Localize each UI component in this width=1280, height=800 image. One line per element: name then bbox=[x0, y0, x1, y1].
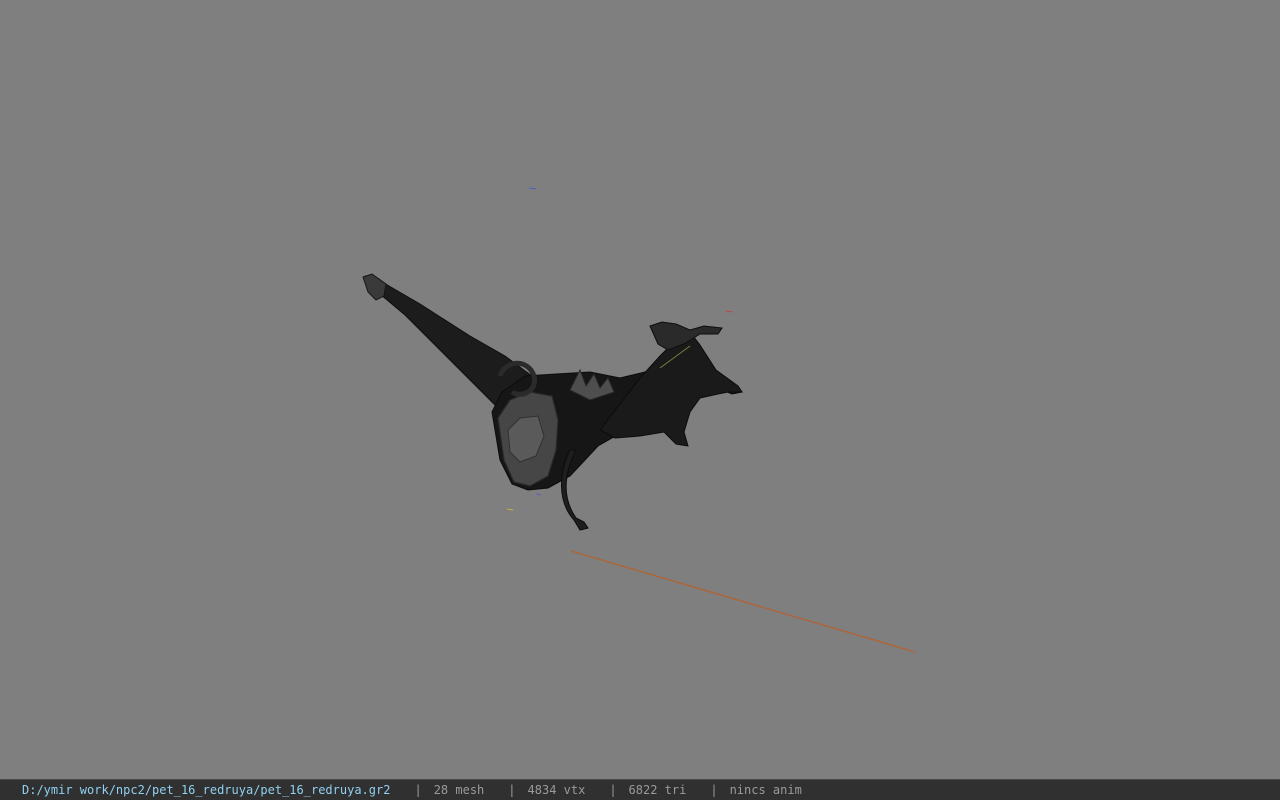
mesh-count: 28 mesh bbox=[433, 783, 485, 797]
scene-render bbox=[362, 187, 916, 653]
creature-model[interactable] bbox=[362, 273, 744, 531]
3d-viewport[interactable] bbox=[0, 0, 1280, 779]
vertex-count: 4834 vtx bbox=[527, 783, 586, 797]
separator: | bbox=[710, 783, 718, 797]
gizmo-tick-purple bbox=[535, 493, 542, 496]
file-path: D:/ymir work/npc2/pet_16_redruya/pet_16_… bbox=[22, 783, 391, 797]
gizmo-tick-yellow bbox=[506, 508, 514, 511]
gizmo-tick-red bbox=[725, 310, 733, 313]
separator: | bbox=[414, 783, 422, 797]
axis-line-orange bbox=[570, 550, 916, 653]
animation-status: nincs anim bbox=[729, 783, 802, 797]
separator: | bbox=[508, 783, 516, 797]
head bbox=[362, 273, 387, 301]
status-bar: D:/ymir work/npc2/pet_16_redruya/pet_16_… bbox=[0, 779, 1280, 800]
separator: | bbox=[609, 783, 617, 797]
gizmo-tick-blue bbox=[528, 187, 537, 190]
triangle-count: 6822 tri bbox=[628, 783, 687, 797]
